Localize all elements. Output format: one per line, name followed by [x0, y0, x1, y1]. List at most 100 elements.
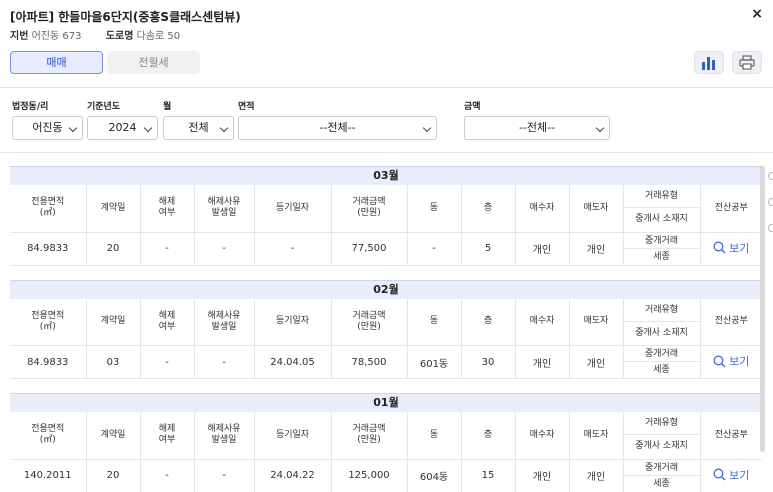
column-header-cancel-reason: 해제사유 발생일: [193, 412, 254, 460]
area-filter-label: 면적: [238, 102, 255, 112]
column-header-seller: 매도자: [568, 185, 623, 233]
view-document-label: 보기: [729, 468, 750, 482]
column-header-area: 전용면적 (㎡): [10, 412, 86, 460]
real-estate-transaction-popup: [아파트] 한들마을6단지(중흥S클래스센텀뷰) × 지번 어진동 673 도로…: [0, 0, 773, 492]
cell-cancel: -: [139, 459, 194, 492]
column-header-trade: 거래유형 중개사 소재지: [622, 298, 700, 346]
printer-icon: [739, 55, 755, 70]
cell-trade: 중개거래 세종: [622, 345, 700, 379]
cell-broker-location: 세종: [653, 251, 670, 262]
cell-cancel: -: [139, 345, 194, 379]
cell-price: 125,000: [330, 459, 407, 492]
column-header-area: 전용면적 (㎡): [10, 298, 86, 346]
year-select[interactable]: 2024: [87, 116, 158, 140]
cell-trade: 중개거래세종: [622, 459, 700, 492]
column-header-cancel-reason: 해제사유 발생일: [193, 185, 254, 233]
cell-broker-location: 세종: [653, 365, 670, 375]
side-handle: [768, 172, 773, 180]
dong-select[interactable]: 어진동: [12, 116, 83, 140]
month-filter-label: 월: [163, 102, 172, 112]
chevron-down-icon: [68, 123, 78, 133]
month-section: 02월 전용면적 (㎡) 계약일 해제 여부 해제사유 발생일 등기일자 거래금액 (만원)…: [10, 279, 762, 380]
magnifier-icon: [713, 468, 726, 481]
cell-area: 84.9833: [27, 243, 69, 254]
magnifier-icon: [713, 355, 726, 368]
cell-cancel-reason: -: [193, 232, 254, 265]
year-filter-label: 기준년도: [87, 102, 121, 112]
table-header-row: 전용면적 (㎡) 계약일 해제 여부 해제사유 발생일 등기일자 거래금액 (만원) 동 층 매…: [10, 298, 762, 346]
cell-doc: 보기: [699, 232, 762, 265]
cell-reg-date: 24.04.05: [253, 345, 331, 379]
column-header-contract-day: 계약일: [85, 298, 140, 346]
column-header-doc: 전산공부: [699, 185, 762, 233]
cell-seller: 개인: [568, 345, 623, 379]
cell-floor: 5: [460, 232, 515, 265]
cell-contract-day: 20: [85, 459, 140, 492]
cell-trade-type: 중개거래: [623, 460, 700, 476]
column-header-reg-date: 등기일자: [253, 412, 331, 460]
side-handle: [768, 224, 773, 232]
chevron-down-icon: [143, 123, 153, 133]
print-button[interactable]: [732, 51, 762, 74]
column-header-trade-type: 거래유형: [623, 299, 700, 322]
chart-button[interactable]: [694, 51, 724, 74]
cell-seller: 개인: [568, 459, 623, 492]
view-document-link[interactable]: 보기: [713, 467, 749, 483]
cell-cancel: -: [139, 232, 194, 265]
column-header-trade: 거래유형 중개사 소재지: [622, 412, 700, 460]
column-header-reg-date: 등기일자: [253, 185, 331, 233]
price-select[interactable]: --전체--: [464, 116, 610, 140]
area-select-value: --전체--: [319, 121, 356, 134]
column-header-cancel: 해제 여부: [139, 412, 194, 460]
month-header: 02월: [10, 279, 762, 299]
column-header-trade: 거래유형 중개사 소재지: [622, 185, 700, 233]
column-header-doc: 전산공부: [699, 412, 762, 460]
column-header-dong: 동: [406, 412, 461, 460]
cell-area: 140.2011: [23, 470, 72, 481]
scrollbar[interactable]: [760, 166, 765, 452]
column-header-floor: 층: [460, 185, 515, 233]
cell-reg-date: 24.04.22: [253, 459, 331, 492]
column-header-seller: 매도자: [568, 298, 623, 346]
cell-trade-type: 중개거래: [623, 233, 700, 249]
cell-broker-location: 세종: [653, 478, 670, 489]
area-select[interactable]: --전체--: [238, 116, 437, 140]
cell-contract-day: 20: [85, 232, 140, 265]
column-header-price: 거래금액 (만원): [330, 185, 407, 233]
month-select[interactable]: 전체: [163, 116, 234, 140]
table-row: 84.9833 20- - -77,500-5 개인 개인 중개거래 세종 보기: [10, 232, 762, 265]
table-row: 140.2011 20- -24.04.22 125,000 604동 15 개인 개인 중개거…: [10, 459, 762, 492]
transaction-table: 전용면적 (㎡) 계약일 해제 여부 해제사유 발생일 등기일자 거래금액 (만원) 동 층 매…: [10, 412, 762, 492]
transaction-list: 03월 전용면적 (㎡) 계약일 해제 여부 해제사유 발생일 등기일자 거래금액 (만원)…: [10, 166, 762, 492]
column-header-dong: 동: [406, 185, 461, 233]
dong-filter-label: 법정동/리: [12, 102, 49, 112]
chevron-down-icon: [595, 123, 605, 133]
tab-sale[interactable]: 매매: [10, 51, 103, 74]
view-document-link[interactable]: 보기: [713, 353, 749, 369]
column-header-cancel: 해제 여부: [139, 185, 194, 233]
tab-lease[interactable]: 전월세: [107, 51, 200, 74]
view-document-label: 보기: [729, 241, 750, 255]
column-header-seller: 매도자: [568, 412, 623, 460]
column-header-buyer: 매수자: [514, 185, 569, 233]
column-header-contract-day: 계약일: [85, 412, 140, 460]
table-row: 84.9833 03- -24.04.05 78,500 601동 30 개인 개인 중개거래 세…: [10, 345, 762, 379]
road-label: 도로명: [105, 31, 134, 42]
column-header-doc: 전산공부: [699, 298, 762, 346]
column-header-buyer: 매수자: [514, 412, 569, 460]
cell-floor: 15: [460, 459, 515, 492]
cell-dong: 601동: [406, 345, 461, 379]
view-document-link[interactable]: 보기: [713, 240, 749, 256]
cell-contract-day: 03: [85, 345, 140, 379]
magnifier-icon: [713, 241, 726, 254]
close-button[interactable]: ×: [751, 6, 763, 22]
cell-cancel-reason: -: [193, 345, 254, 379]
cell-doc: 보기: [699, 345, 762, 379]
table-header-row: 전용면적 (㎡) 계약일 해제 여부 해제사유 발생일 등기일자 거래금액 (만원) 동 층 매…: [10, 412, 762, 460]
cell-price: 77,500: [330, 232, 407, 265]
cell-reg-date: -: [253, 232, 331, 265]
chevron-down-icon: [219, 123, 229, 133]
column-header-broker-location: 중개사 소재지: [635, 214, 688, 225]
year-select-value: 2024: [108, 121, 137, 134]
cell-dong: 604동: [406, 459, 461, 492]
